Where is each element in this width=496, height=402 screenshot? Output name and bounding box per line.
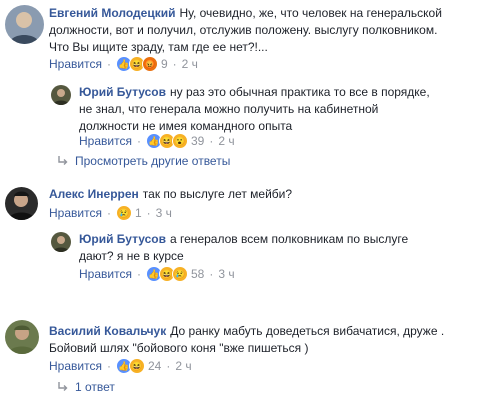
like-button[interactable]: Нравится bbox=[49, 56, 102, 72]
comment-meta: Нравится · 😢 1 · 3 ч bbox=[49, 205, 172, 221]
reaction-count[interactable]: 39 bbox=[191, 133, 204, 149]
reactions-summary[interactable]: 👍 😆 😢 bbox=[145, 266, 188, 282]
timestamp[interactable]: 3 ч bbox=[156, 205, 172, 221]
reply-text: Юрий Бутусов а генералов всем полковникам… bbox=[79, 232, 409, 263]
reply-meta: Нравится · 👍 😆 😢 58 · 3 ч bbox=[79, 266, 235, 282]
avatar-yuriy[interactable] bbox=[51, 85, 71, 105]
avatar-vasiliy[interactable] bbox=[5, 320, 39, 354]
reply-author[interactable]: Юрий Бутусов bbox=[79, 232, 166, 246]
comment-text: Евгений Молодецкий Ну, очевидно, же, что … bbox=[49, 6, 442, 54]
replies-count-link[interactable]: 1 ответ bbox=[56, 379, 115, 395]
reactions-summary[interactable]: 👍 😆 😡 bbox=[115, 56, 158, 72]
timestamp[interactable]: 2 ч bbox=[175, 358, 191, 374]
haha-reaction-icon: 😆 bbox=[128, 358, 145, 374]
comment-author[interactable]: Евгений Молодецкий bbox=[49, 6, 175, 20]
comment-meta: Нравится · 👍 😆 24 · 2 ч bbox=[49, 358, 192, 374]
comment-author[interactable]: Василий Ковальчук bbox=[49, 324, 166, 338]
like-button[interactable]: Нравится bbox=[49, 205, 102, 221]
reaction-count[interactable]: 9 bbox=[161, 56, 168, 72]
avatar-evgeniy[interactable] bbox=[5, 5, 44, 44]
reply-author[interactable]: Юрий Бутусов bbox=[79, 85, 166, 99]
comment-meta: Нравится · 👍 😆 😡 9 · 2 ч bbox=[49, 56, 198, 72]
reply-arrow-icon bbox=[58, 156, 68, 165]
avatar-aleks[interactable] bbox=[5, 187, 38, 220]
reactions-summary[interactable]: 👍 😆 😮 bbox=[145, 133, 188, 149]
like-button[interactable]: Нравится bbox=[79, 133, 132, 149]
like-button[interactable]: Нравится bbox=[79, 266, 132, 282]
like-button[interactable]: Нравится bbox=[49, 358, 102, 374]
timestamp[interactable]: 2 ч bbox=[218, 133, 234, 149]
avatar-yuriy[interactable] bbox=[51, 232, 71, 252]
comment-author[interactable]: Алекс Инеррен bbox=[49, 187, 139, 201]
timestamp[interactable]: 2 ч bbox=[182, 56, 198, 72]
comment-text: Василий Ковальчук До ранку мабуть доведет… bbox=[49, 324, 445, 355]
reaction-count[interactable]: 24 bbox=[148, 358, 161, 374]
reply-arrow-icon bbox=[58, 382, 68, 391]
reactions-summary[interactable]: 😢 bbox=[115, 205, 132, 221]
reply-meta: Нравится · 👍 😆 😮 39 · 2 ч bbox=[79, 133, 235, 149]
angry-reaction-icon: 😡 bbox=[141, 56, 158, 72]
reaction-count[interactable]: 1 bbox=[135, 205, 142, 221]
reactions-summary[interactable]: 👍 😆 bbox=[115, 358, 145, 374]
wow-reaction-icon: 😮 bbox=[171, 133, 188, 149]
comment-text: Алекс Инеррен так по выслуге лет мейби? bbox=[49, 187, 293, 201]
timestamp[interactable]: 3 ч bbox=[218, 266, 234, 282]
reply-text: Юрий Бутусов ну раз это обычная практика … bbox=[79, 85, 430, 133]
view-more-replies-link[interactable]: Просмотреть другие ответы bbox=[56, 153, 230, 169]
reaction-count[interactable]: 58 bbox=[191, 266, 204, 282]
sad-reaction-icon: 😢 bbox=[171, 266, 188, 282]
sad-reaction-icon: 😢 bbox=[115, 205, 132, 221]
